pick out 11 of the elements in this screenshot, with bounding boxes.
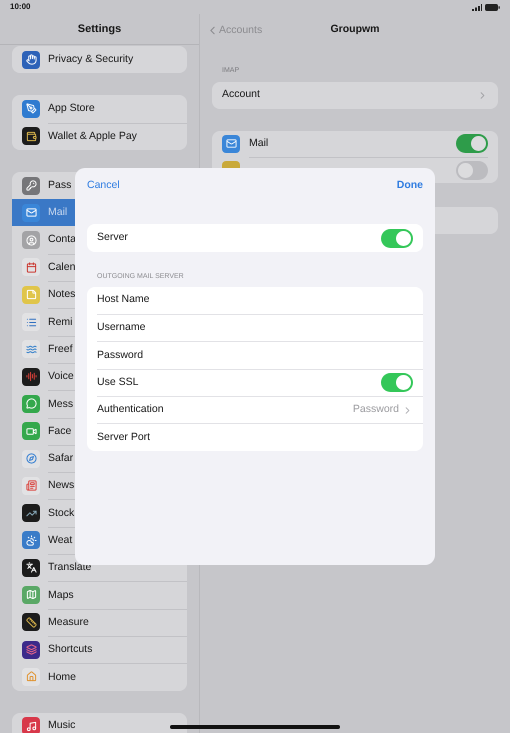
status-time: 10:00	[10, 1, 30, 13]
row-label: Username	[97, 320, 146, 336]
row-label: Authentication	[97, 402, 164, 418]
row-label: Server	[97, 230, 128, 246]
row-label: Password	[97, 348, 144, 363]
row-label: Server Port	[97, 430, 150, 445]
row-label: Use SSL	[97, 374, 138, 390]
toggle-label: Mail	[249, 136, 268, 151]
sidebar-title: Settings	[78, 22, 122, 37]
page-title: Groupwm	[330, 22, 380, 37]
row-label: Host Name	[97, 292, 150, 308]
